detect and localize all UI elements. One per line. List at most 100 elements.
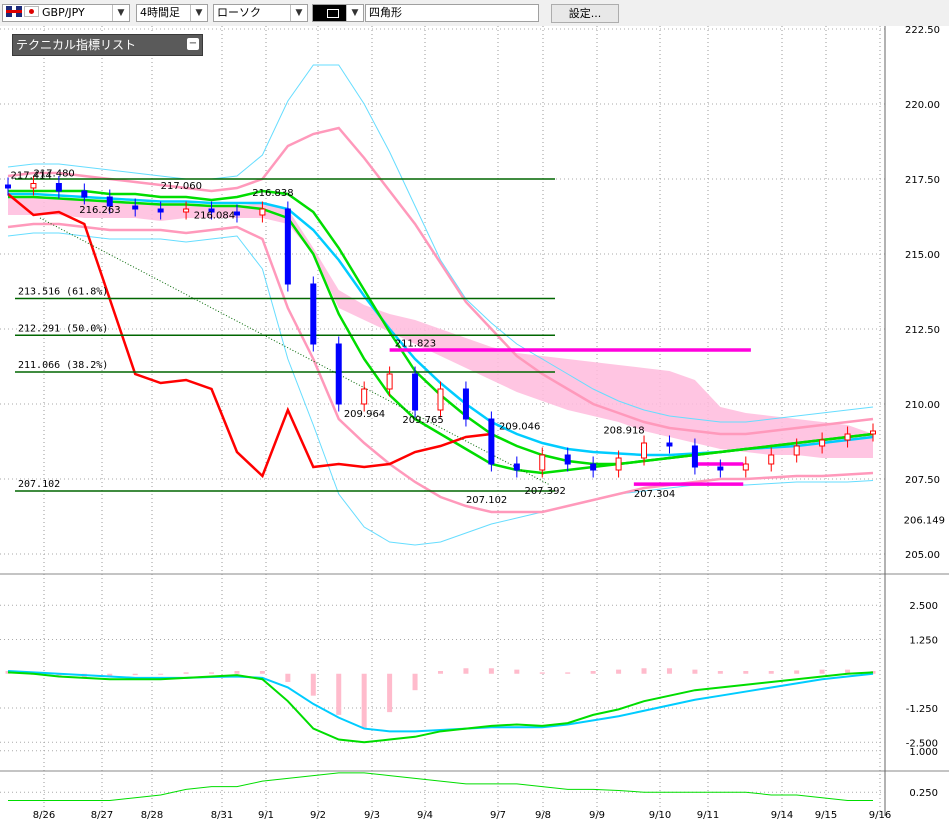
price-annotation: 208.918 xyxy=(603,425,644,436)
macd-histogram-bar xyxy=(209,672,215,674)
drawing-tool-icon-select[interactable]: ▼ xyxy=(312,4,364,22)
macd-histogram-bar xyxy=(641,668,647,674)
fib-label: 211.066 (38.2%) xyxy=(18,360,108,371)
macd-tick-label: 1.250 xyxy=(909,635,938,646)
date-tick-label: 8/28 xyxy=(141,810,163,821)
fib-label: 212.291 (50.0%) xyxy=(18,323,108,334)
candle-body xyxy=(412,373,419,411)
candle-body xyxy=(361,388,368,405)
candle-body xyxy=(870,430,876,435)
indicator-list-label: テクニカル指標リスト xyxy=(16,38,137,52)
chevron-down-icon[interactable]: ▼ xyxy=(290,5,307,21)
chart-type-select[interactable]: ローソク ▼ xyxy=(213,4,308,22)
minus-square-icon[interactable]: − xyxy=(187,38,199,50)
price-annotation: 216.838 xyxy=(252,188,293,199)
macd-histogram-bar xyxy=(692,669,698,674)
macd-histogram-bar xyxy=(539,672,545,674)
candle-body xyxy=(132,205,139,210)
macd-tick-label: 2.500 xyxy=(909,601,938,612)
date-tick-label: 9/10 xyxy=(649,810,671,821)
date-tick-label: 9/7 xyxy=(490,810,506,821)
candle-body xyxy=(259,208,266,216)
date-tick-label: 8/31 xyxy=(211,810,233,821)
settings-button[interactable]: 設定... xyxy=(551,4,619,23)
candle-body xyxy=(488,418,495,465)
macd-histogram-bar xyxy=(514,669,520,674)
macd-line xyxy=(7,671,874,744)
fib-label: 213.516 (61.8%) xyxy=(18,287,108,298)
price-tick-label: 217.50 xyxy=(905,175,940,186)
candle-body xyxy=(81,190,88,198)
macd-histogram-bar xyxy=(285,673,291,682)
date-tick-label: 9/2 xyxy=(310,810,326,821)
macd-histogram-bar xyxy=(183,672,189,674)
price-annotation: 216.263 xyxy=(79,205,120,216)
current-price-label: 206.149 xyxy=(904,516,945,527)
macd-histogram-bar xyxy=(565,672,571,674)
macd-histogram-bar xyxy=(412,673,418,691)
candle-body xyxy=(310,283,317,345)
price-tick-label: 207.50 xyxy=(905,475,940,486)
price-tick-label: 215.00 xyxy=(905,250,940,261)
price-tick-label: 212.50 xyxy=(905,325,940,336)
candle-body xyxy=(742,463,749,471)
candle-body xyxy=(386,373,393,390)
price-annotation: 209.046 xyxy=(499,422,540,433)
indicator-lines xyxy=(7,64,874,546)
date-tick-label: 8/27 xyxy=(91,810,113,821)
chevron-down-icon[interactable]: ▼ xyxy=(190,5,207,21)
macd-histogram-bar xyxy=(336,673,342,715)
chevron-down-icon[interactable]: ▼ xyxy=(112,5,129,21)
japan-flag-icon xyxy=(24,6,39,17)
candle-body xyxy=(564,454,571,465)
date-tick-label: 8/26 xyxy=(33,810,55,821)
macd-histogram-bar xyxy=(387,673,393,713)
date-tick-label: 9/3 xyxy=(364,810,380,821)
date-tick-label: 9/8 xyxy=(535,810,551,821)
rci-panel: 1.000 0.250 xyxy=(0,747,938,801)
candle-body xyxy=(462,388,469,420)
fib-label: 207.102 xyxy=(18,479,60,490)
price-annotation: 207.304 xyxy=(634,489,675,500)
rci-line xyxy=(8,772,873,801)
macd-histogram-bar xyxy=(259,671,265,674)
timeframe-select[interactable]: 4時間足 ▼ xyxy=(136,4,208,22)
date-tick-label: 9/14 xyxy=(771,810,793,821)
symbol-select[interactable]: GBP/JPY ▼ xyxy=(2,4,130,22)
drawing-tool-field[interactable]: 四角形 xyxy=(365,4,539,22)
drawing-tool-label: 四角形 xyxy=(369,6,402,19)
macd-histogram-bar xyxy=(438,671,443,674)
candle-body xyxy=(233,211,240,216)
price-annotation: 207.102 xyxy=(466,495,507,506)
candle-body xyxy=(513,463,520,471)
macd-histogram-bar xyxy=(463,668,469,674)
candle-body xyxy=(55,183,62,192)
chart-area[interactable]: 213.516 (61.8%) 212.291 (50.0%) 211.066 (3… xyxy=(0,26,949,823)
macd-histogram-bar xyxy=(158,673,164,675)
date-tick-label: 9/9 xyxy=(589,810,605,821)
candle-body xyxy=(717,466,724,471)
price-axis: 222.50 220.00 217.50 215.00 212.50 210.00 207.… xyxy=(884,26,945,816)
macd-histogram-bar xyxy=(234,671,240,674)
chart-type-label: ローソク xyxy=(217,6,261,19)
macd-panel: 2.5001.250-1.250-2.500 xyxy=(0,601,938,749)
candle-body xyxy=(335,343,342,405)
macd-histogram-bar xyxy=(717,671,723,674)
date-tick-label: 9/1 xyxy=(258,810,274,821)
macd-histogram-bar xyxy=(794,670,800,674)
candle-body xyxy=(666,442,673,447)
uk-flag-icon xyxy=(6,6,22,17)
price-annotation: 209.765 xyxy=(402,415,443,426)
macd-histogram-bar xyxy=(666,668,672,674)
rci-tick-label: 0.250 xyxy=(909,788,938,799)
macd-histogram-bar xyxy=(310,673,316,696)
price-annotation: 217.414 xyxy=(11,171,52,182)
candle-body xyxy=(437,388,444,411)
chevron-down-icon[interactable]: ▼ xyxy=(346,5,363,21)
price-annotation: 217.060 xyxy=(161,181,202,192)
indicator-list-panel[interactable]: テクニカル指標リスト − xyxy=(12,34,203,56)
candle-body xyxy=(793,445,800,456)
price-tick-label: 205.00 xyxy=(905,550,940,561)
candle-body xyxy=(183,208,190,213)
date-tick-label: 9/16 xyxy=(869,810,891,821)
